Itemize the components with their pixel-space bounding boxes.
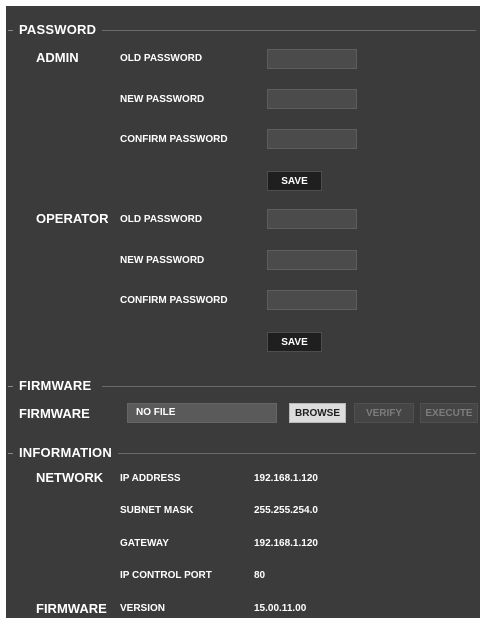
admin-confirm-password-label: CONFIRM PASSWORD [120, 134, 228, 145]
gateway-value: 192.168.1.120 [254, 538, 318, 549]
firmware-update-label: FIRMWARE [19, 406, 90, 421]
settings-panel: PASSWORD ADMIN OLD PASSWORD NEW PASSWORD… [6, 6, 480, 618]
admin-old-password-label: OLD PASSWORD [120, 53, 203, 64]
section-divider [118, 453, 476, 454]
verify-button[interactable]: VERIFY [354, 403, 414, 423]
gateway-label: GATEWAY [120, 538, 169, 549]
ip-address-label: IP ADDRESS [120, 473, 181, 484]
browse-button[interactable]: BROWSE [289, 403, 346, 423]
admin-old-password-input[interactable] [267, 49, 357, 69]
network-label: NETWORK [36, 470, 104, 485]
operator-save-button[interactable]: SAVE [267, 332, 322, 352]
ip-control-port-value: 80 [254, 570, 266, 581]
operator-old-password-input[interactable] [267, 209, 357, 229]
section-dash [8, 453, 13, 454]
execute-button[interactable]: EXECUTE [420, 403, 478, 423]
section-dash [8, 30, 13, 31]
admin-confirm-password-input[interactable] [267, 129, 357, 149]
section-divider [102, 386, 476, 387]
operator-confirm-password-label: CONFIRM PASSWORD [120, 295, 228, 306]
operator-old-password-label: OLD PASSWORD [120, 214, 203, 225]
admin-save-button[interactable]: SAVE [267, 171, 322, 191]
information-section-title: INFORMATION [19, 445, 112, 460]
ip-address-value: 192.168.1.120 [254, 473, 318, 484]
firmware-file-field: NO FILE [127, 403, 277, 423]
firmware-section-title: FIRMWARE [19, 378, 92, 393]
subnet-mask-value: 255.255.254.0 [254, 505, 318, 516]
operator-label: OPERATOR [36, 211, 109, 226]
admin-new-password-label: NEW PASSWORD [120, 94, 205, 105]
firmware-info-label: FIRMWARE [36, 601, 107, 616]
operator-new-password-label: NEW PASSWORD [120, 255, 205, 266]
version-value: 15.00.11.00 [254, 603, 307, 614]
operator-confirm-password-input[interactable] [267, 290, 357, 310]
subnet-mask-label: SUBNET MASK [120, 505, 194, 516]
admin-new-password-input[interactable] [267, 89, 357, 109]
section-dash [8, 386, 13, 387]
operator-new-password-input[interactable] [267, 250, 357, 270]
version-label: VERSION [120, 603, 166, 614]
section-divider [102, 30, 476, 31]
password-section-title: PASSWORD [19, 22, 97, 37]
admin-label: ADMIN [36, 50, 79, 65]
ip-control-port-label: IP CONTROL PORT [120, 570, 212, 581]
